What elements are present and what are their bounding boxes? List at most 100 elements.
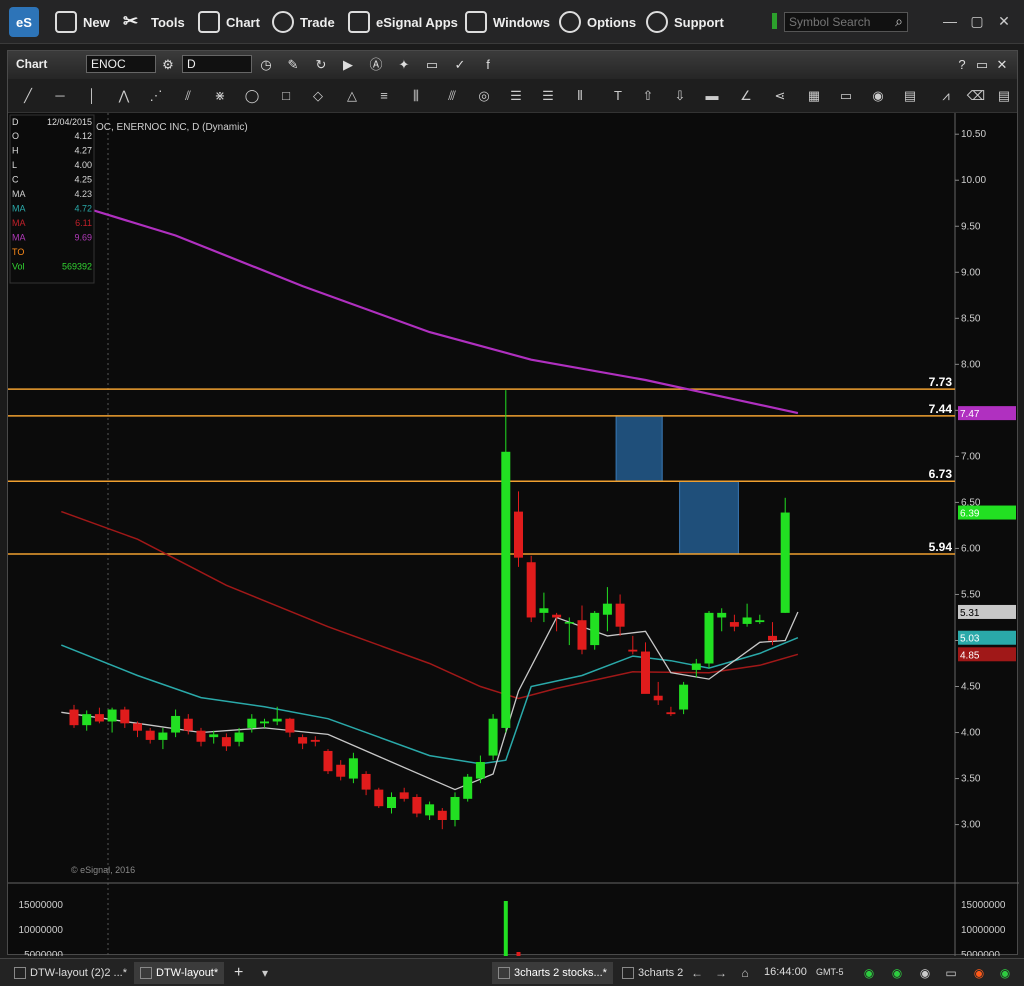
gann-fan-icon[interactable]: ⋖ [768,87,792,105]
regression-tool-icon[interactable]: ⫻ [440,87,464,105]
ellipse-tool-icon[interactable]: ◯ [240,87,264,105]
data-row-value: 4.00 [74,160,92,170]
candle-body [234,732,244,742]
candle-body [247,718,257,728]
price-tag-label: 4.85 [960,650,980,661]
candle-body [196,730,206,742]
prev-arrow-icon[interactable]: ← [688,964,706,982]
status-ok-icon[interactable]: ◉ [860,964,878,982]
comment-icon[interactable]: ▭ [422,55,442,75]
candle-body [488,718,498,756]
tab-layout-2[interactable]: DTW-layout* [134,962,225,984]
channel-tool-icon[interactable]: ≡ [372,87,396,105]
cme-icon[interactable]: ▭ [942,964,960,982]
data-row-label: C [12,175,19,185]
rectangle-tool-icon[interactable]: □ [274,87,298,105]
status-feed-icon[interactable]: ◉ [888,964,906,982]
pti-tool-icon[interactable]: ▤ [898,87,922,105]
price-axis[interactable]: 10.5010.009.509.008.508.007.507.006.506.… [955,129,986,831]
fan-tool-icon[interactable]: ⋰ [144,87,168,105]
pitchfork-tool-icon[interactable]: ⫽ [176,87,200,105]
eraser-icon[interactable]: ⌫ [964,87,988,105]
triangle-tool-icon[interactable]: △ [340,87,364,105]
chat-icon[interactable]: ▤ [992,87,1016,105]
twitter-icon[interactable]: ✓ [450,55,470,75]
warning-icon[interactable]: ◉ [970,964,988,982]
text-tool-icon[interactable]: T [606,87,630,105]
price-tags: 7.47 6.39 5.31 5.03 4.85 [958,406,1016,662]
menu-chart[interactable]: Chart [198,10,260,34]
restore-icon[interactable]: ▭ [972,55,992,75]
clock-icon[interactable]: ◷ [256,55,276,75]
menu-label: Support [674,14,724,30]
line-tool-icon[interactable]: ╱ [16,87,40,105]
play-icon[interactable]: ▶ [338,55,358,75]
polyline-tool-icon[interactable]: ⋀ [112,87,136,105]
menu-esignal-apps[interactable]: eSignal Apps [348,10,458,34]
zigzag-tool-icon[interactable]: ⩘ [934,87,958,105]
gann-tool-icon[interactable]: ⋇ [208,87,232,105]
menu-trade[interactable]: Trade [272,10,335,34]
apps-icon [348,11,370,33]
timezone: GMT-5 [816,967,844,977]
price-tick-label: 4.00 [961,728,981,739]
spiral-tool-icon[interactable]: ◎ [472,87,496,105]
eraser-shape-icon[interactable]: ◇ [306,87,330,105]
tab-dropdown-icon[interactable]: ▾ [256,964,274,982]
mob-tool-icon[interactable]: ▭ [834,87,858,105]
candle-body [768,635,777,641]
link-settings-icon[interactable]: ⚙ [158,55,178,75]
price-tick-label: 10.50 [961,129,986,140]
data-row-value: 9.69 [74,233,92,243]
highlight-tool-icon[interactable]: ▬ [700,87,724,105]
add-tab-button[interactable]: + [228,962,249,984]
esignal-logo[interactable]: eS [9,7,39,37]
cycle-tool-icon[interactable]: ⫼ [404,87,428,105]
menu-options[interactable]: Options [559,10,636,34]
interval-value: D [187,57,196,71]
data-row-value: 569392 [62,262,92,272]
vline-tool-icon[interactable]: │ [80,87,104,105]
tab-layout-1[interactable]: DTW-layout (2)2 ...* [8,962,133,984]
next-arrow-icon[interactable]: → [712,964,730,982]
menu-tools[interactable]: ✂ Tools [123,10,185,34]
tab-3charts-1[interactable]: 3charts 2 stocks...* [492,962,613,984]
close-icon[interactable]: ✕ [993,10,1015,32]
arrow-down-tool-icon[interactable]: ⇩ [668,87,692,105]
menu-new[interactable]: New [55,10,110,34]
refresh-icon[interactable]: ↻ [311,55,331,75]
menu-support[interactable]: Support [646,10,724,34]
symbol-field[interactable]: ENOC [86,55,156,73]
main-menu-bar: eS New ✂ Tools Chart Trade eSignal Apps W… [0,0,1024,44]
minimize-icon[interactable]: — [939,10,961,32]
fib-retrace-icon[interactable]: ☰ [504,87,528,105]
chart-plot-area[interactable]: 7.73 7.44 6.73 5.94 10.50 10.00 9.50 9.00 8.50 8… [8,113,1019,986]
search-icon[interactable]: ⌕ [888,10,910,32]
chart-close-icon[interactable]: ✕ [992,55,1012,75]
pencil-icon[interactable]: ✎ [283,55,303,75]
tab-3charts-2[interactable]: 3charts 2 [616,962,689,984]
connection-icon[interactable]: ◉ [996,964,1014,982]
angle-tool-icon[interactable]: ∠ [734,87,758,105]
fib-time-icon[interactable]: ⦀ [568,87,592,105]
alerts-icon[interactable]: ◉ [916,964,934,982]
volume-axis-label-right: 5000000 [961,950,1000,956]
tag-icon[interactable]: ✦ [394,55,414,75]
data-row-label: MA [12,218,26,228]
alert-icon[interactable]: Ⓐ [366,55,386,75]
arrow-up-tool-icon[interactable]: ⇧ [636,87,660,105]
chart-svg[interactable]: 7.73 7.44 6.73 5.94 10.50 10.00 9.50 9.00 8.50 8… [8,113,1019,986]
home-icon[interactable]: ⌂ [736,964,754,982]
search-marker [772,13,777,29]
help-small-icon[interactable]: ? [952,55,972,75]
candle-body [463,776,473,799]
facebook-icon[interactable]: f [478,55,498,75]
interval-field[interactable]: D [182,55,252,73]
eye-tool-icon[interactable]: ◉ [866,87,890,105]
menu-windows[interactable]: Windows [465,10,550,34]
hline-tool-icon[interactable]: ─ [48,87,72,105]
level-label: 6.73 [929,467,953,481]
fib-ext-icon[interactable]: ☰ [536,87,560,105]
grid-tool-icon[interactable]: ▦ [802,87,826,105]
maximize-icon[interactable]: ▢ [966,10,988,32]
